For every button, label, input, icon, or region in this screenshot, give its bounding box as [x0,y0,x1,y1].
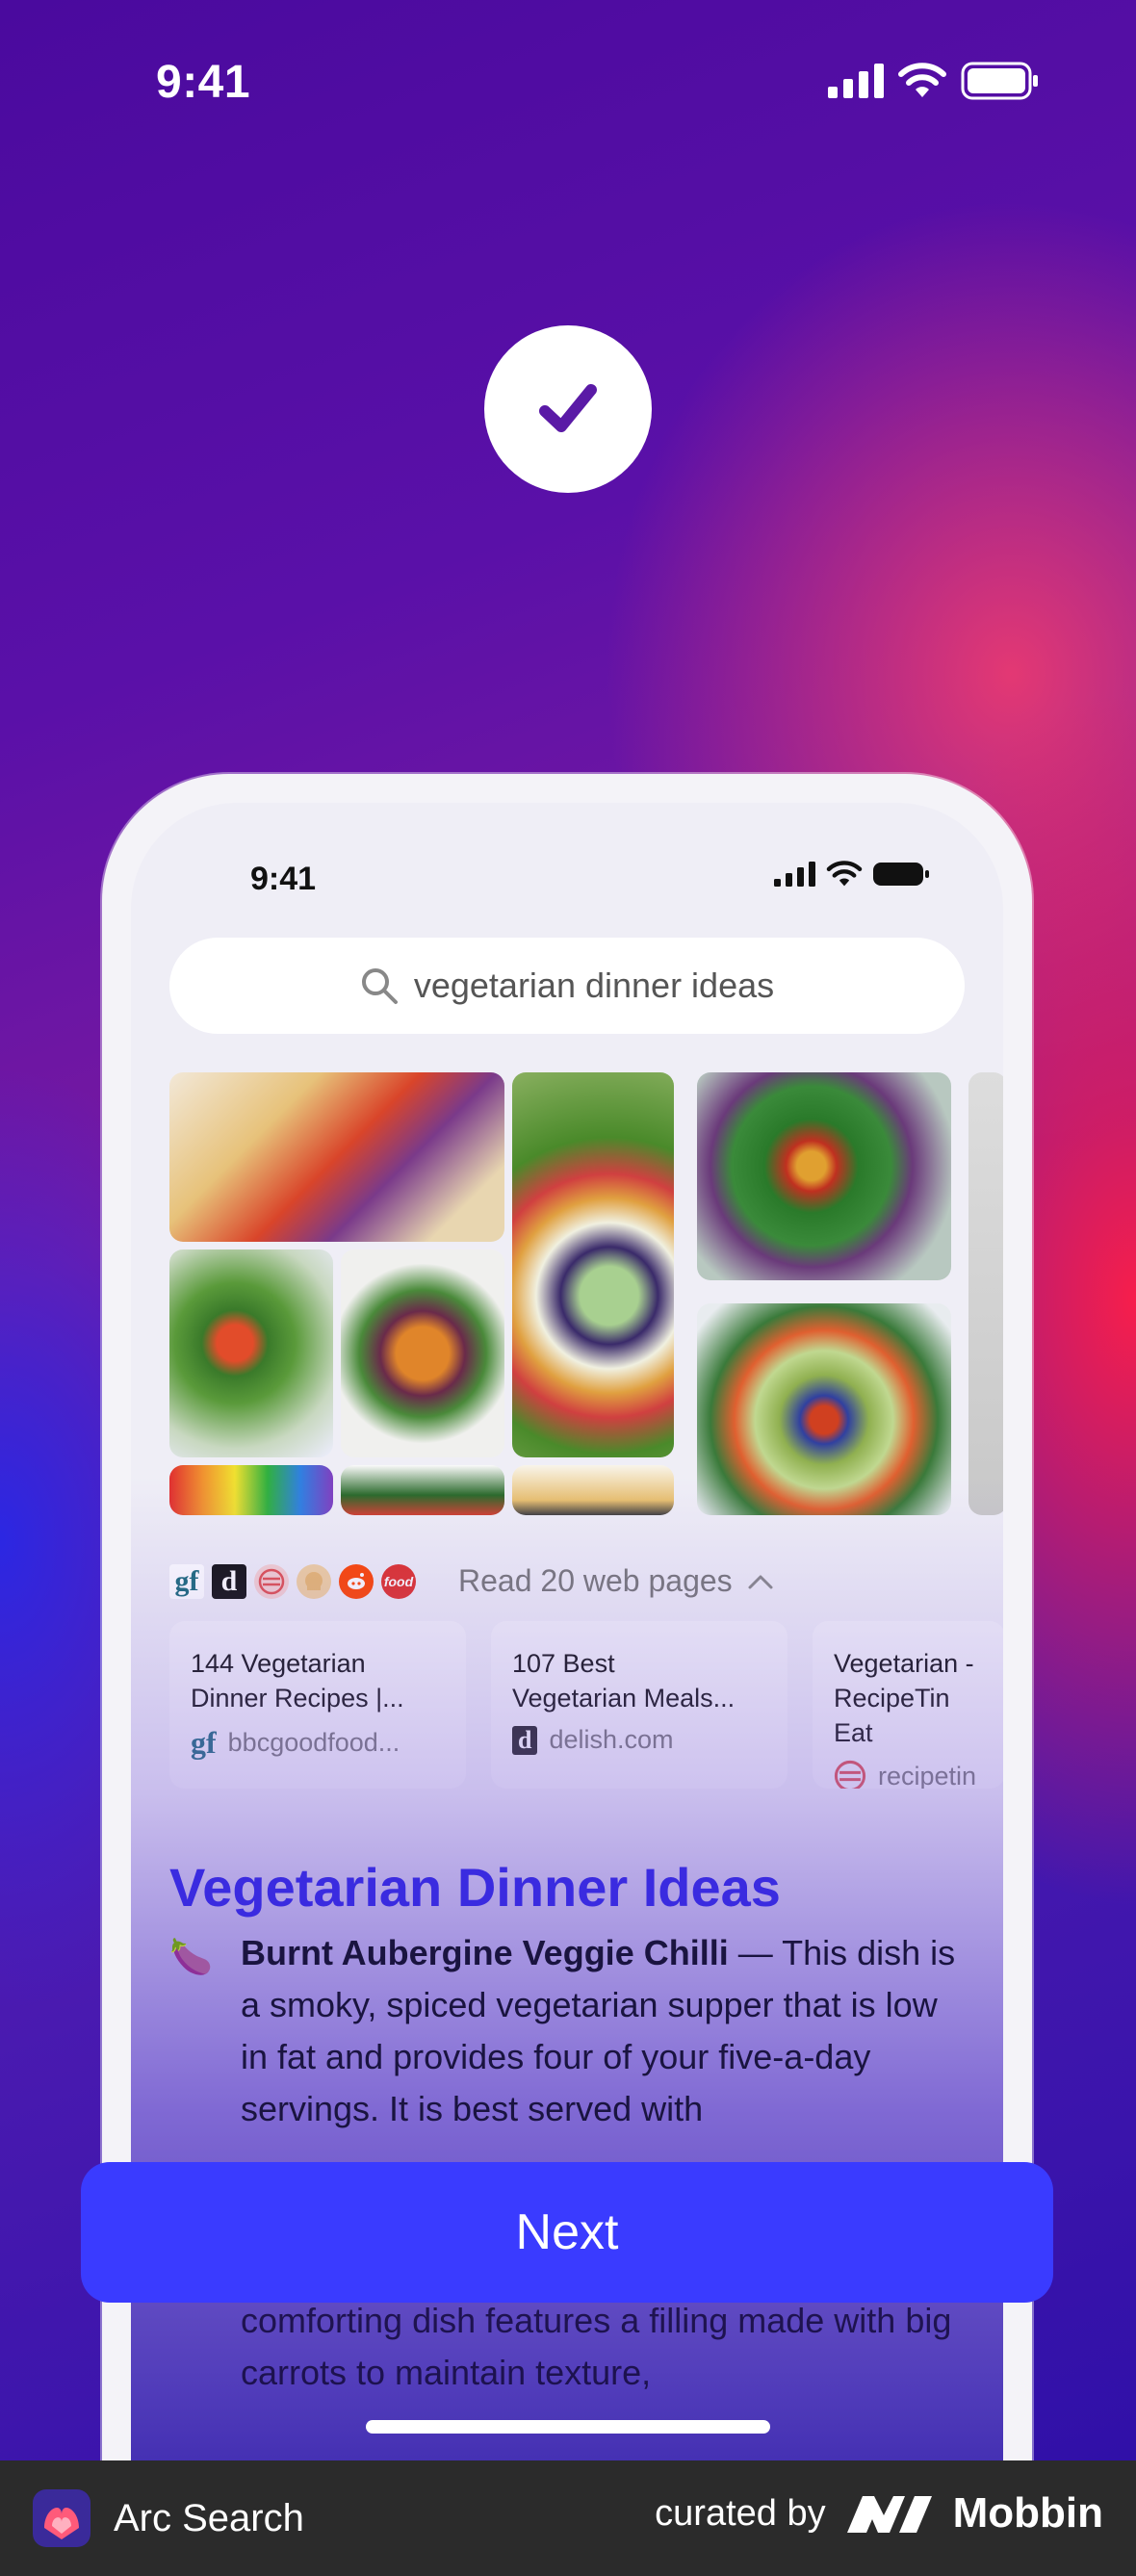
sources-row[interactable]: gf d food Read 20 web pages [169,1563,775,1599]
recipetin-icon [254,1563,289,1599]
source-cards: 144 Vegetarian Dinner Recipes |... gf bb… [169,1621,1003,1789]
source-card-title: 144 Vegetarian Dinner Recipes |... [191,1649,404,1713]
answer-paragraph: 🍆 Burnt Aubergine Veggie Chilli — This d… [169,1927,968,2135]
image-result-wraps[interactable] [169,1072,504,1242]
foodnetwork-icon: food [381,1563,416,1599]
app-name: Arc Search [114,2496,304,2539]
source-card-domain: recipetin [878,1761,977,1790]
signal-icon [774,862,815,887]
mobbin-logo-icon [846,2496,932,2533]
delish-icon: d [512,1725,538,1755]
success-check [484,325,652,493]
source-card-title: Vegetarian - RecipeTin Eat [834,1649,974,1747]
dish-name: Burnt Aubergine Veggie Chilli [241,1933,729,1972]
wifi-icon [898,63,946,97]
source-card[interactable]: 144 Vegetarian Dinner Recipes |... gf bb… [169,1621,466,1789]
source-card[interactable]: Vegetarian - RecipeTin Eat recipetin [813,1621,1003,1789]
delish-icon: d [212,1563,246,1599]
battery-icon [961,62,1038,100]
image-result-veggie-platter[interactable] [512,1072,674,1457]
search-bar[interactable]: vegetarian dinner ideas [169,938,965,1034]
battery-icon [873,863,929,886]
footer-bar: Arc Search curated by Mobbin [0,2460,1136,2576]
source-card-title: 107 Best Vegetarian Meals... [512,1649,736,1713]
app-brand: Arc Search [33,2489,304,2547]
signal-icon [828,64,884,98]
status-bar: 9:41 [0,0,1136,173]
reddit-icon [339,1563,374,1599]
eggplant-icon: 🍆 [169,1937,213,1976]
source-card-domain: bbcgoodfood... [227,1728,400,1757]
status-icons [828,62,1040,100]
arc-search-logo-icon [33,2489,90,2547]
image-result-partial[interactable] [968,1072,1003,1515]
background: 9:41 9:41 vegetarian dinner ideas gf d f… [0,0,1136,2460]
device-time: 9:41 [250,861,317,897]
bbcgoodfood-icon: gf [169,1563,204,1599]
home-indicator [366,2420,770,2434]
source-card-domain: delish.com [549,1725,674,1754]
answer-heading: Vegetarian Dinner Ideas [169,1857,781,1918]
chevron-up-icon [748,1575,773,1588]
image-result-green-pasta[interactable] [697,1072,951,1280]
status-time: 9:41 [156,57,251,108]
search-icon [361,968,398,1004]
checkmark-icon [539,384,597,432]
mobbin-wordmark: Mobbin [952,2489,1103,2537]
device-status-icons [774,861,930,888]
image-result-bowl[interactable] [341,1465,504,1515]
recipetin-icon [834,1760,866,1789]
curated-by: curated by Mobbin [655,2489,1103,2537]
curated-by-label: curated by [655,2492,826,2534]
source-card[interactable]: 107 Best Vegetarian Meals... d delish.co… [491,1621,787,1789]
bbcgoodfood-icon: gf [191,1725,217,1760]
image-result-avocado-salad[interactable] [697,1303,951,1515]
search-query: vegetarian dinner ideas [413,966,775,1005]
read-web-pages-label: Read 20 web pages [458,1563,733,1598]
image-result-carrots[interactable] [341,1249,504,1457]
image-results-grid [169,1072,1003,1515]
wifi-icon [826,861,863,887]
image-result-rainbow[interactable] [169,1465,333,1515]
next-button[interactable]: Next [81,2162,1053,2303]
image-result-pasta-salad[interactable] [169,1249,333,1457]
answer-paragraph-continued: comforting dish features a filling made … [241,2301,952,2392]
image-result-soup[interactable] [512,1465,674,1515]
chef-icon [297,1563,331,1599]
